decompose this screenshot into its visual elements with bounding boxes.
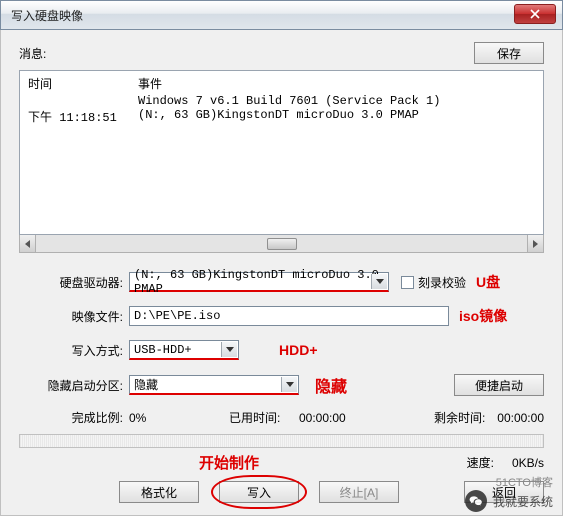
chevron-down-icon (226, 347, 234, 352)
log-time (28, 94, 138, 108)
image-path-value: D:\PE\PE.iso (134, 309, 220, 323)
elapsed-label: 已用时间: (229, 409, 280, 426)
messages-label: 消息: (19, 45, 46, 62)
annotation-start: 开始制作 (199, 452, 259, 473)
dropdown-arrow[interactable] (281, 377, 297, 392)
speed-label: 速度: (467, 454, 494, 471)
annotation-hide: 隐藏 (315, 373, 347, 397)
drive-value: (N:, 63 GB)KingstonDT microDuo 3.0 PMAP (134, 268, 388, 296)
scroll-right-button[interactable] (527, 235, 543, 252)
remaining-label: 剩余时间: (434, 409, 485, 426)
progress-label: 完成比例: (19, 409, 129, 426)
chevron-right-icon (533, 240, 538, 248)
window-title: 写入硬盘映像 (11, 7, 83, 24)
log-event: Windows 7 v6.1 Build 7601 (Service Pack … (138, 94, 440, 108)
partition-label: 隐藏启动分区: (19, 377, 129, 394)
chevron-down-icon (286, 382, 294, 387)
watermark-wechat: 我就要系统 (465, 490, 553, 512)
dropdown-arrow[interactable] (371, 274, 387, 289)
remaining-value: 00:00:00 (497, 411, 544, 425)
save-button[interactable]: 保存 (474, 42, 544, 64)
chevron-down-icon (376, 279, 384, 284)
elapsed-value: 00:00:00 (299, 411, 346, 425)
annotation-hdd: HDD+ (279, 342, 318, 358)
drive-select[interactable]: (N:, 63 GB)KingstonDT microDuo 3.0 PMAP (129, 272, 389, 292)
drive-label: 硬盘驱动器: (19, 274, 129, 291)
log-row: Windows 7 v6.1 Build 7601 (Service Pack … (28, 94, 535, 108)
speed-value: 0KB/s (512, 456, 544, 470)
log-event: (N:, 63 GB)KingstonDT microDuo 3.0 PMAP (138, 108, 419, 125)
verify-label: 刻录校验 (418, 274, 466, 291)
hidden-partition-select[interactable]: 隐藏 (129, 375, 299, 395)
annotation-usb: U盘 (476, 272, 500, 292)
log-time: 下午 11:18:51 (28, 108, 138, 125)
quick-boot-button[interactable]: 便捷启动 (454, 374, 544, 396)
log-col-event: 事件 (138, 75, 162, 92)
progress-value: 0% (129, 411, 146, 425)
dialog-content: 消息: 保存 时间 事件 Windows 7 v6.1 Build 7601 (… (0, 30, 563, 516)
image-path-field[interactable]: D:\PE\PE.iso (129, 306, 449, 326)
write-button[interactable]: 写入 (219, 481, 299, 503)
write-button-highlight: 写入 (219, 481, 299, 503)
verify-checkbox-wrap[interactable]: 刻录校验 (401, 274, 466, 291)
format-button[interactable]: 格式化 (119, 481, 199, 503)
mode-label: 写入方式: (19, 342, 129, 359)
log-header: 时间 事件 (28, 75, 535, 94)
log-panel: 时间 事件 Windows 7 v6.1 Build 7601 (Service… (19, 70, 544, 235)
close-icon (530, 9, 540, 19)
wechat-icon (465, 490, 487, 512)
abort-button: 终止[A] (319, 481, 399, 503)
chevron-left-icon (25, 240, 30, 248)
log-row: 下午 11:18:51 (N:, 63 GB)KingstonDT microD… (28, 108, 535, 125)
image-label: 映像文件: (19, 308, 129, 325)
verify-checkbox[interactable] (401, 276, 414, 289)
progress-bar (19, 434, 544, 448)
write-mode-value: USB-HDD+ (134, 343, 192, 357)
close-button[interactable] (514, 4, 556, 24)
log-col-time: 时间 (28, 75, 138, 92)
scroll-left-button[interactable] (20, 235, 36, 252)
watermark-blog: 51CTO博客 (496, 474, 553, 490)
annotation-iso: iso镜像 (459, 306, 507, 326)
dropdown-arrow[interactable] (221, 342, 237, 357)
write-mode-select[interactable]: USB-HDD+ (129, 340, 239, 360)
titlebar: 写入硬盘映像 (0, 0, 563, 30)
scroll-thumb[interactable] (267, 238, 297, 250)
hidden-partition-value: 隐藏 (134, 376, 158, 393)
log-scrollbar[interactable] (19, 235, 544, 253)
